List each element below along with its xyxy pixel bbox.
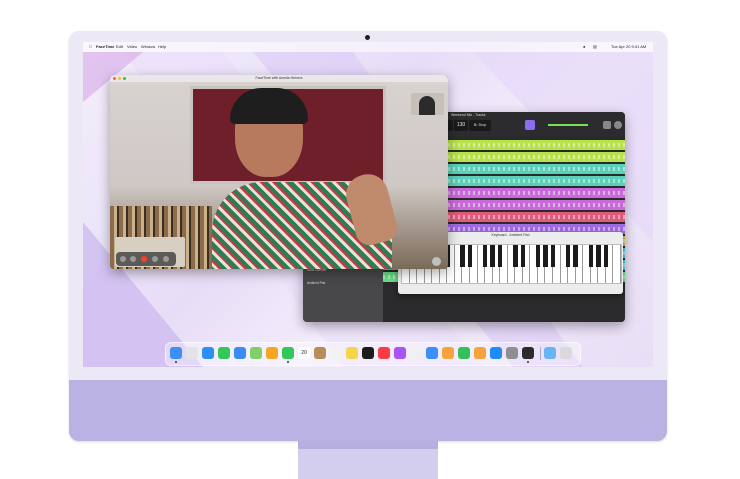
black-key[interactable]	[467, 245, 473, 267]
podcasts-icon[interactable]	[394, 347, 406, 359]
pages-icon[interactable]	[442, 347, 454, 359]
black-key[interactable]	[535, 245, 541, 267]
camera-icon	[365, 35, 370, 40]
dock-separator	[540, 347, 541, 360]
call-controls	[116, 252, 176, 266]
running-indicator	[287, 361, 289, 363]
self-view-person	[419, 96, 435, 115]
dock: 20	[165, 342, 581, 366]
end-call-icon[interactable]	[141, 256, 147, 262]
facetime-window-title: FaceTime with Amelia Herrera	[110, 75, 448, 82]
black-key[interactable]	[603, 245, 609, 267]
safari-icon[interactable]	[202, 347, 214, 359]
imac-chin	[69, 380, 667, 441]
black-key[interactable]	[520, 245, 526, 267]
lcd-tempo[interactable]: 130	[454, 120, 468, 131]
numbers-icon[interactable]	[458, 347, 470, 359]
menu-item-window[interactable]: Window	[141, 42, 155, 52]
menu-item-edit[interactable]: Edit	[116, 42, 123, 52]
music-icon[interactable]	[378, 347, 390, 359]
zoom-icon[interactable]	[123, 77, 126, 80]
mail-icon[interactable]	[234, 347, 246, 359]
messages-icon[interactable]	[218, 347, 230, 359]
tuner-icon[interactable]	[525, 120, 535, 130]
close-icon[interactable]	[113, 77, 116, 80]
black-key[interactable]	[497, 245, 503, 267]
black-key[interactable]	[550, 245, 556, 267]
sidebar-icon[interactable]	[120, 256, 126, 262]
keynote-icon[interactable]	[426, 347, 438, 359]
white-key[interactable]	[613, 245, 621, 283]
maps-icon[interactable]	[250, 347, 262, 359]
contacts-icon[interactable]	[314, 347, 326, 359]
downloads-folder-icon[interactable]	[544, 347, 556, 359]
black-key[interactable]	[573, 245, 578, 267]
library-icon[interactable]	[603, 121, 611, 129]
launchpad-icon[interactable]	[186, 347, 198, 359]
wifi-icon[interactable]: ●	[583, 42, 585, 52]
video-icon[interactable]	[152, 256, 158, 262]
menu-item-help[interactable]: Help	[158, 42, 166, 52]
facetime-window[interactable]: FaceTime with Amelia Herrera	[110, 75, 448, 269]
garageband-active-icon[interactable]	[522, 347, 534, 359]
lcd-key[interactable]: B♭ Drop	[469, 120, 491, 131]
running-indicator	[175, 361, 177, 363]
facetime-icon[interactable]	[282, 347, 294, 359]
running-indicator	[527, 361, 529, 363]
menu-app-name[interactable]: FaceTime	[96, 42, 114, 52]
apple-menu-icon[interactable]: 	[89, 42, 92, 52]
black-key[interactable]	[565, 245, 571, 267]
menu-bar:  FaceTime Edit Video Window Help ● ▤ Tu…	[83, 42, 653, 52]
control-center-icon[interactable]: ▤	[593, 42, 597, 52]
black-key[interactable]	[543, 245, 548, 267]
black-key[interactable]	[588, 245, 594, 267]
minimize-icon[interactable]	[118, 77, 121, 80]
facetime-video	[110, 82, 448, 269]
photos-icon[interactable]	[266, 347, 278, 359]
black-key[interactable]	[482, 245, 488, 267]
loops-icon[interactable]	[614, 121, 622, 129]
imac-stand-shadow	[298, 441, 438, 449]
reminders-icon[interactable]	[330, 347, 342, 359]
track-header-ambient-pad[interactable]: Ambient Pad	[307, 279, 379, 287]
calendar-icon[interactable]: 20	[298, 347, 310, 359]
effects-icon[interactable]	[163, 256, 169, 262]
black-key[interactable]	[513, 245, 518, 267]
mute-icon[interactable]	[130, 256, 136, 262]
fullscreen-icon[interactable]	[432, 257, 441, 266]
garageband-window-title: Weekend Mix - Tracks	[451, 113, 486, 117]
notes-icon[interactable]	[346, 347, 358, 359]
self-view-pip[interactable]	[411, 93, 444, 115]
black-key[interactable]	[596, 245, 601, 267]
menu-clock[interactable]: Tue Apr 20 9:41 AM	[611, 42, 646, 52]
system-preferences-icon[interactable]	[506, 347, 518, 359]
menu-item-video[interactable]: Video	[127, 42, 137, 52]
trash-icon[interactable]	[560, 347, 572, 359]
app-store-icon[interactable]	[490, 347, 502, 359]
news-icon[interactable]	[410, 347, 422, 359]
finder-icon[interactable]	[170, 347, 182, 359]
desktop-screen:  FaceTime Edit Video Window Help ● ▤ Tu…	[83, 42, 653, 367]
garageband-icon[interactable]	[474, 347, 486, 359]
apple-tv-icon[interactable]	[362, 347, 374, 359]
black-key[interactable]	[490, 245, 495, 267]
track-name: Ambient Pad	[307, 281, 326, 285]
black-key[interactable]	[460, 245, 465, 267]
master-volume-slider[interactable]	[548, 124, 588, 126]
